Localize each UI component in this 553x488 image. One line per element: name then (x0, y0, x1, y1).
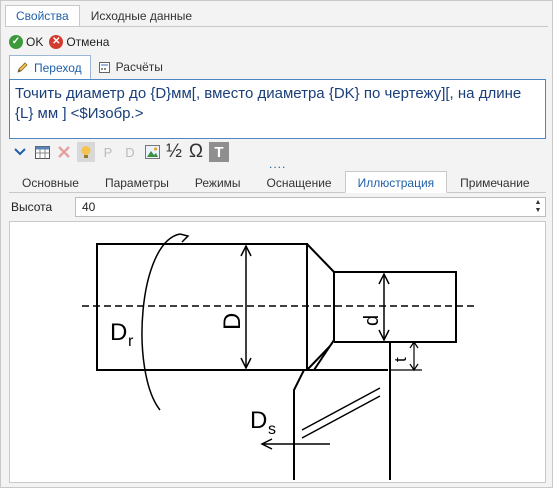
cancel-icon: ✕ (49, 35, 64, 49)
cancel-label: Отмена (66, 35, 110, 49)
tool-hatch-line-1 (301, 387, 381, 431)
image-button[interactable] (143, 142, 161, 162)
more-options[interactable]: .... (269, 157, 286, 171)
hint-button[interactable] (77, 142, 95, 162)
turning-diagram: D r D d t D s (82, 233, 476, 480)
label-d-big: D (219, 313, 246, 330)
tab-modes[interactable]: Режимы (182, 171, 254, 193)
text-format-button[interactable]: T (209, 142, 229, 162)
ok-button[interactable]: ✓ OK (9, 35, 43, 49)
transition-text-editor[interactable]: Точить диаметр до {D}мм[, вместо диаметр… (9, 79, 546, 139)
workpiece-large-diameter (96, 243, 308, 371)
height-label: Высота (11, 200, 53, 214)
image-icon (144, 145, 160, 159)
rotation-arrow-head (179, 233, 190, 243)
height-spinner[interactable]: ▲ ▼ (533, 199, 543, 215)
tab-equipment[interactable]: Оснащение (254, 171, 345, 193)
sub-tabs: Переход Расчёты (9, 55, 172, 79)
illustration-panel: D r D d t D s (9, 221, 546, 483)
tab-transition[interactable]: Переход (9, 55, 91, 79)
tab-note[interactable]: Примечание (447, 171, 542, 193)
expand-button[interactable] (11, 142, 29, 162)
workpiece-small-diameter (333, 271, 457, 343)
p-button[interactable]: P (99, 142, 117, 162)
label-dr-sub: r (128, 333, 134, 350)
editor-toolbar: P D ½ Ω T (11, 141, 233, 162)
window-frame: Свойства Исходные данные ✓ OK ✕ Отмена П… (0, 0, 553, 488)
label-ds: D (250, 407, 267, 434)
ok-label: OK (26, 35, 44, 49)
tab-illustration[interactable]: Иллюстрация (344, 171, 448, 193)
label-d-small: d (361, 315, 383, 326)
height-input[interactable]: 40 ▲ ▼ (75, 197, 546, 217)
top-tabs-divider (5, 26, 548, 27)
height-row: Высота 40 ▲ ▼ (9, 197, 546, 217)
pencil-icon (17, 62, 28, 73)
delete-icon (58, 146, 70, 158)
delete-button[interactable] (55, 142, 73, 162)
lightbulb-icon (81, 145, 91, 158)
section-tabs: Основные Параметры Режимы Оснащение Иллю… (9, 171, 546, 193)
fraction-button[interactable]: ½ (165, 141, 183, 162)
label-ds-sub: s (268, 421, 276, 438)
tab-properties[interactable]: Свойства (5, 5, 80, 27)
tab-calculations-label: Расчёты (115, 60, 163, 74)
top-tabs: Свойства Исходные данные (5, 5, 203, 27)
tab-parameters[interactable]: Параметры (92, 171, 182, 193)
label-t: t (391, 357, 410, 362)
table-icon (34, 145, 50, 159)
tab-source-data[interactable]: Исходные данные (80, 5, 203, 27)
symbol-button[interactable]: Ω (187, 141, 205, 162)
cancel-button[interactable]: ✕ Отмена (49, 35, 109, 49)
d-button[interactable]: D (121, 142, 139, 162)
tool-hatch-line-2 (301, 395, 381, 439)
chevron-down-icon (14, 148, 26, 156)
calculator-icon (98, 61, 110, 73)
check-icon: ✓ (9, 35, 23, 49)
tab-transition-label: Переход (34, 60, 82, 75)
table-button[interactable] (33, 142, 51, 162)
tab-main[interactable]: Основные (9, 171, 92, 193)
tab-calculations[interactable]: Расчёты (91, 55, 172, 79)
height-value: 40 (82, 200, 96, 214)
action-bar: ✓ OK ✕ Отмена (9, 33, 115, 51)
label-dr: D (110, 319, 127, 346)
